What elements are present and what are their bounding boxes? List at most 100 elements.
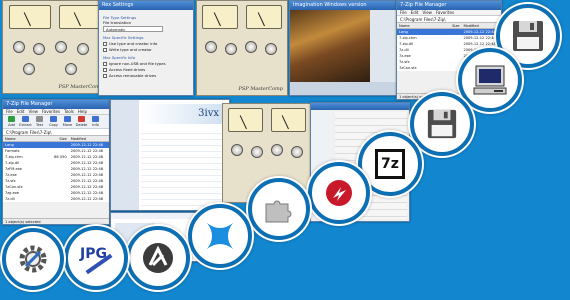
amp-brand-label: PSP MasterComp xyxy=(58,84,103,90)
settings-dialog: Rex Settings File Type Settings File tra… xyxy=(98,0,194,96)
menu-edit[interactable]: Edit xyxy=(17,109,25,114)
amp-plugin-window-1: PSP MasterComp xyxy=(2,0,108,94)
knob[interactable] xyxy=(251,146,263,158)
vu-meter-left xyxy=(9,5,51,29)
fm2-file-list: Name Size Modified Lang 2009-12-12 22:48 Fo… xyxy=(3,136,109,202)
installer-sidebar xyxy=(111,100,139,210)
computer-icon-tile[interactable] xyxy=(458,48,522,112)
7z-archive-icon: 7z xyxy=(375,149,405,179)
menu-help[interactable]: Help xyxy=(78,109,87,114)
test-button[interactable]: Test xyxy=(34,116,45,127)
dialog-title: Rex Settings xyxy=(99,1,193,10)
fm2-title: 7-Zip File Manager xyxy=(3,100,109,109)
image-viewer-title: Imagination Windows version xyxy=(290,1,396,10)
floppy-disk-icon xyxy=(513,21,543,51)
file-translation-select[interactable]: Automatic xyxy=(103,26,163,32)
floppy-disk-icon xyxy=(427,109,457,139)
installer-body xyxy=(141,128,227,206)
photo-toolbar xyxy=(290,82,396,95)
copy-icon xyxy=(50,116,57,122)
menu-tools[interactable]: Tools xyxy=(64,109,74,114)
file-manager-window-2: 7-Zip File Manager File Edit View Favorites… xyxy=(2,99,110,225)
extract-button[interactable]: Extract xyxy=(19,116,32,127)
vu-meter-left xyxy=(228,108,264,132)
vu-meter-right xyxy=(246,5,282,29)
move-button[interactable]: Move xyxy=(62,116,73,127)
knob[interactable] xyxy=(245,41,257,53)
section-mac-settings: Mac Specific Settings xyxy=(103,35,144,40)
label-file-translation: File translation xyxy=(103,20,131,25)
fm1-title: 7-Zip File Manager xyxy=(397,1,501,10)
xcompress-icon-tile[interactable] xyxy=(126,226,190,290)
option-removable[interactable]: Access removable drives xyxy=(103,73,189,78)
fm2-path[interactable]: C:\Program Files\7-Zip\ xyxy=(3,129,109,136)
fm1-path[interactable]: C:\Program Files\7-Zip\ xyxy=(397,16,501,23)
menu-edit[interactable]: Edit xyxy=(411,10,419,15)
xcompress-icon xyxy=(143,243,173,273)
vu-meter-right xyxy=(270,108,306,132)
gear-wrench-icon-tile[interactable] xyxy=(2,228,64,290)
red-arrows-icon xyxy=(326,180,352,206)
add-icon xyxy=(8,116,15,122)
vu-meter-left xyxy=(202,5,238,29)
knob[interactable] xyxy=(291,146,303,158)
knob[interactable] xyxy=(231,144,243,156)
computer-icon xyxy=(473,65,507,95)
gear-wrench-icon xyxy=(19,245,47,273)
puzzle-icon xyxy=(265,200,292,223)
checkbox-icon[interactable] xyxy=(103,47,107,52)
settings-panel-title xyxy=(311,103,409,110)
photo-canvas xyxy=(290,10,370,84)
menu-file[interactable]: File xyxy=(6,109,13,114)
knob[interactable] xyxy=(225,43,237,55)
knob[interactable] xyxy=(55,41,67,53)
knob[interactable] xyxy=(65,63,77,75)
menu-view[interactable]: View xyxy=(422,10,432,15)
image-viewer-window: Imagination Windows version xyxy=(289,0,397,96)
radio-icon[interactable] xyxy=(103,73,107,78)
option-fixed[interactable]: Access fixed drives xyxy=(103,67,189,72)
info-icon xyxy=(92,116,99,122)
delete-button[interactable]: Delete xyxy=(76,116,87,127)
move-icon xyxy=(64,116,71,122)
knob[interactable] xyxy=(205,41,217,53)
option-type-creator[interactable]: Use type and creator info xyxy=(103,41,189,46)
menu-file[interactable]: File xyxy=(400,10,407,15)
jpg-icon: JPG xyxy=(78,242,114,275)
knob[interactable] xyxy=(265,43,277,55)
menu-view[interactable]: View xyxy=(28,109,38,114)
knob[interactable] xyxy=(23,63,35,75)
option-ignore[interactable]: Ignore non-USB and file types xyxy=(103,61,189,66)
fm2-toolbar: Add Extract Test Copy Move Delete Info xyxy=(3,115,109,129)
section-mac-info: Mac Specific Info xyxy=(103,55,136,60)
menu-favorites[interactable]: Favorites xyxy=(42,109,60,114)
delete-icon xyxy=(78,116,85,122)
radio-icon[interactable] xyxy=(103,67,107,72)
amp-plugin-window-2: PSP MasterComp xyxy=(196,0,288,96)
checkbox-icon[interactable] xyxy=(103,41,107,46)
knob[interactable] xyxy=(13,41,25,53)
x-shape-icon-tile[interactable] xyxy=(188,204,252,268)
option-write-creator[interactable]: Write type and creator xyxy=(103,47,189,52)
knob[interactable] xyxy=(271,144,283,156)
add-button[interactable]: Add xyxy=(6,116,17,127)
amp-brand-label: PSP MasterComp xyxy=(238,86,283,92)
floppy-disk-icon-tile[interactable] xyxy=(410,92,474,156)
fm2-status: 1 object(s) selected xyxy=(3,218,109,224)
knob[interactable] xyxy=(77,43,89,55)
photo-sidebar xyxy=(370,10,396,84)
radio-icon[interactable] xyxy=(103,61,107,66)
red-arrows-icon-tile[interactable] xyxy=(308,162,370,224)
extract-icon xyxy=(22,116,29,122)
vu-meter-right xyxy=(59,5,101,29)
knob[interactable] xyxy=(33,43,45,55)
installer-window: 3ivx xyxy=(110,99,230,211)
copy-button[interactable]: Copy xyxy=(48,116,59,127)
jpg-icon-tile[interactable]: JPG xyxy=(64,226,128,290)
menu-favorites[interactable]: Favorites xyxy=(436,10,454,15)
puzzle-icon-tile[interactable] xyxy=(248,178,310,240)
test-icon xyxy=(36,116,43,122)
info-button[interactable]: Info xyxy=(90,116,101,127)
installer-logo: 3ivx xyxy=(198,108,219,119)
table-row[interactable]: 7z.dll2009-12-12 22:48 xyxy=(3,196,109,202)
